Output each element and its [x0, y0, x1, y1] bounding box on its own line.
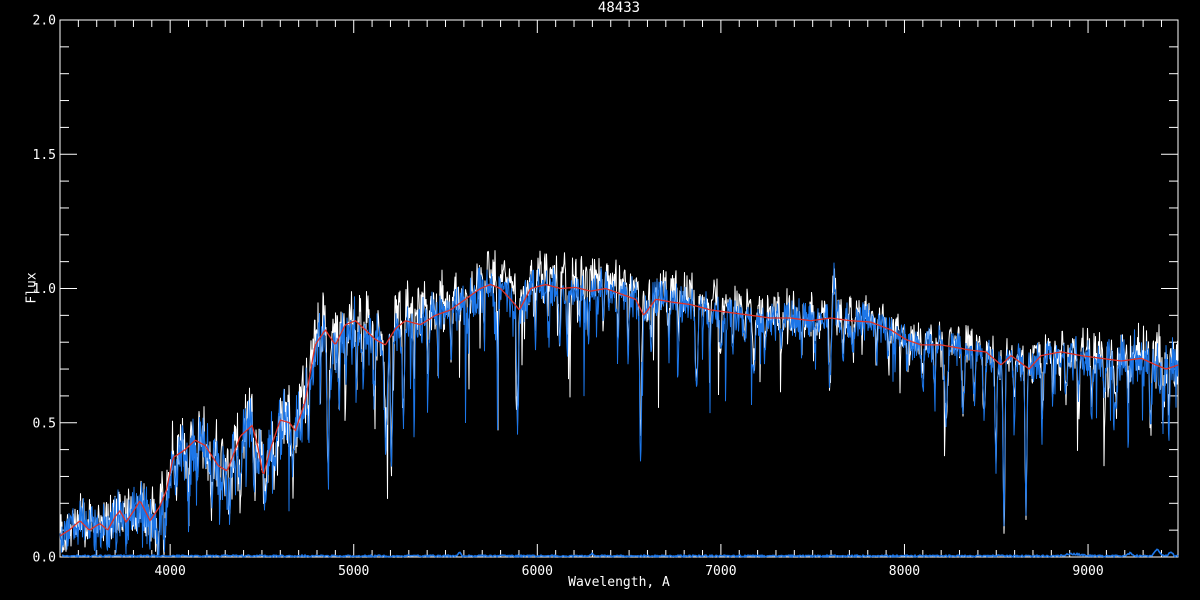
series-observed-spectrum: [60, 263, 1178, 555]
plot-title: 48433: [60, 1, 1178, 15]
y-axis-title: Flux: [26, 272, 39, 303]
x-axis-title: Wavelength, A: [60, 576, 1178, 589]
y-tick-label: 0.0: [33, 551, 56, 566]
y-tick-label: 1.5: [33, 148, 56, 163]
plot-canvas: 4000500060007000800090000.00.51.01.52.0: [0, 0, 1200, 600]
y-tick-label: 0.5: [33, 416, 56, 431]
y-tick-label: 2.0: [33, 14, 56, 29]
spectrum-chart: 4000500060007000800090000.00.51.01.52.0 …: [0, 0, 1200, 600]
series-noise-baseline: [62, 549, 1178, 556]
